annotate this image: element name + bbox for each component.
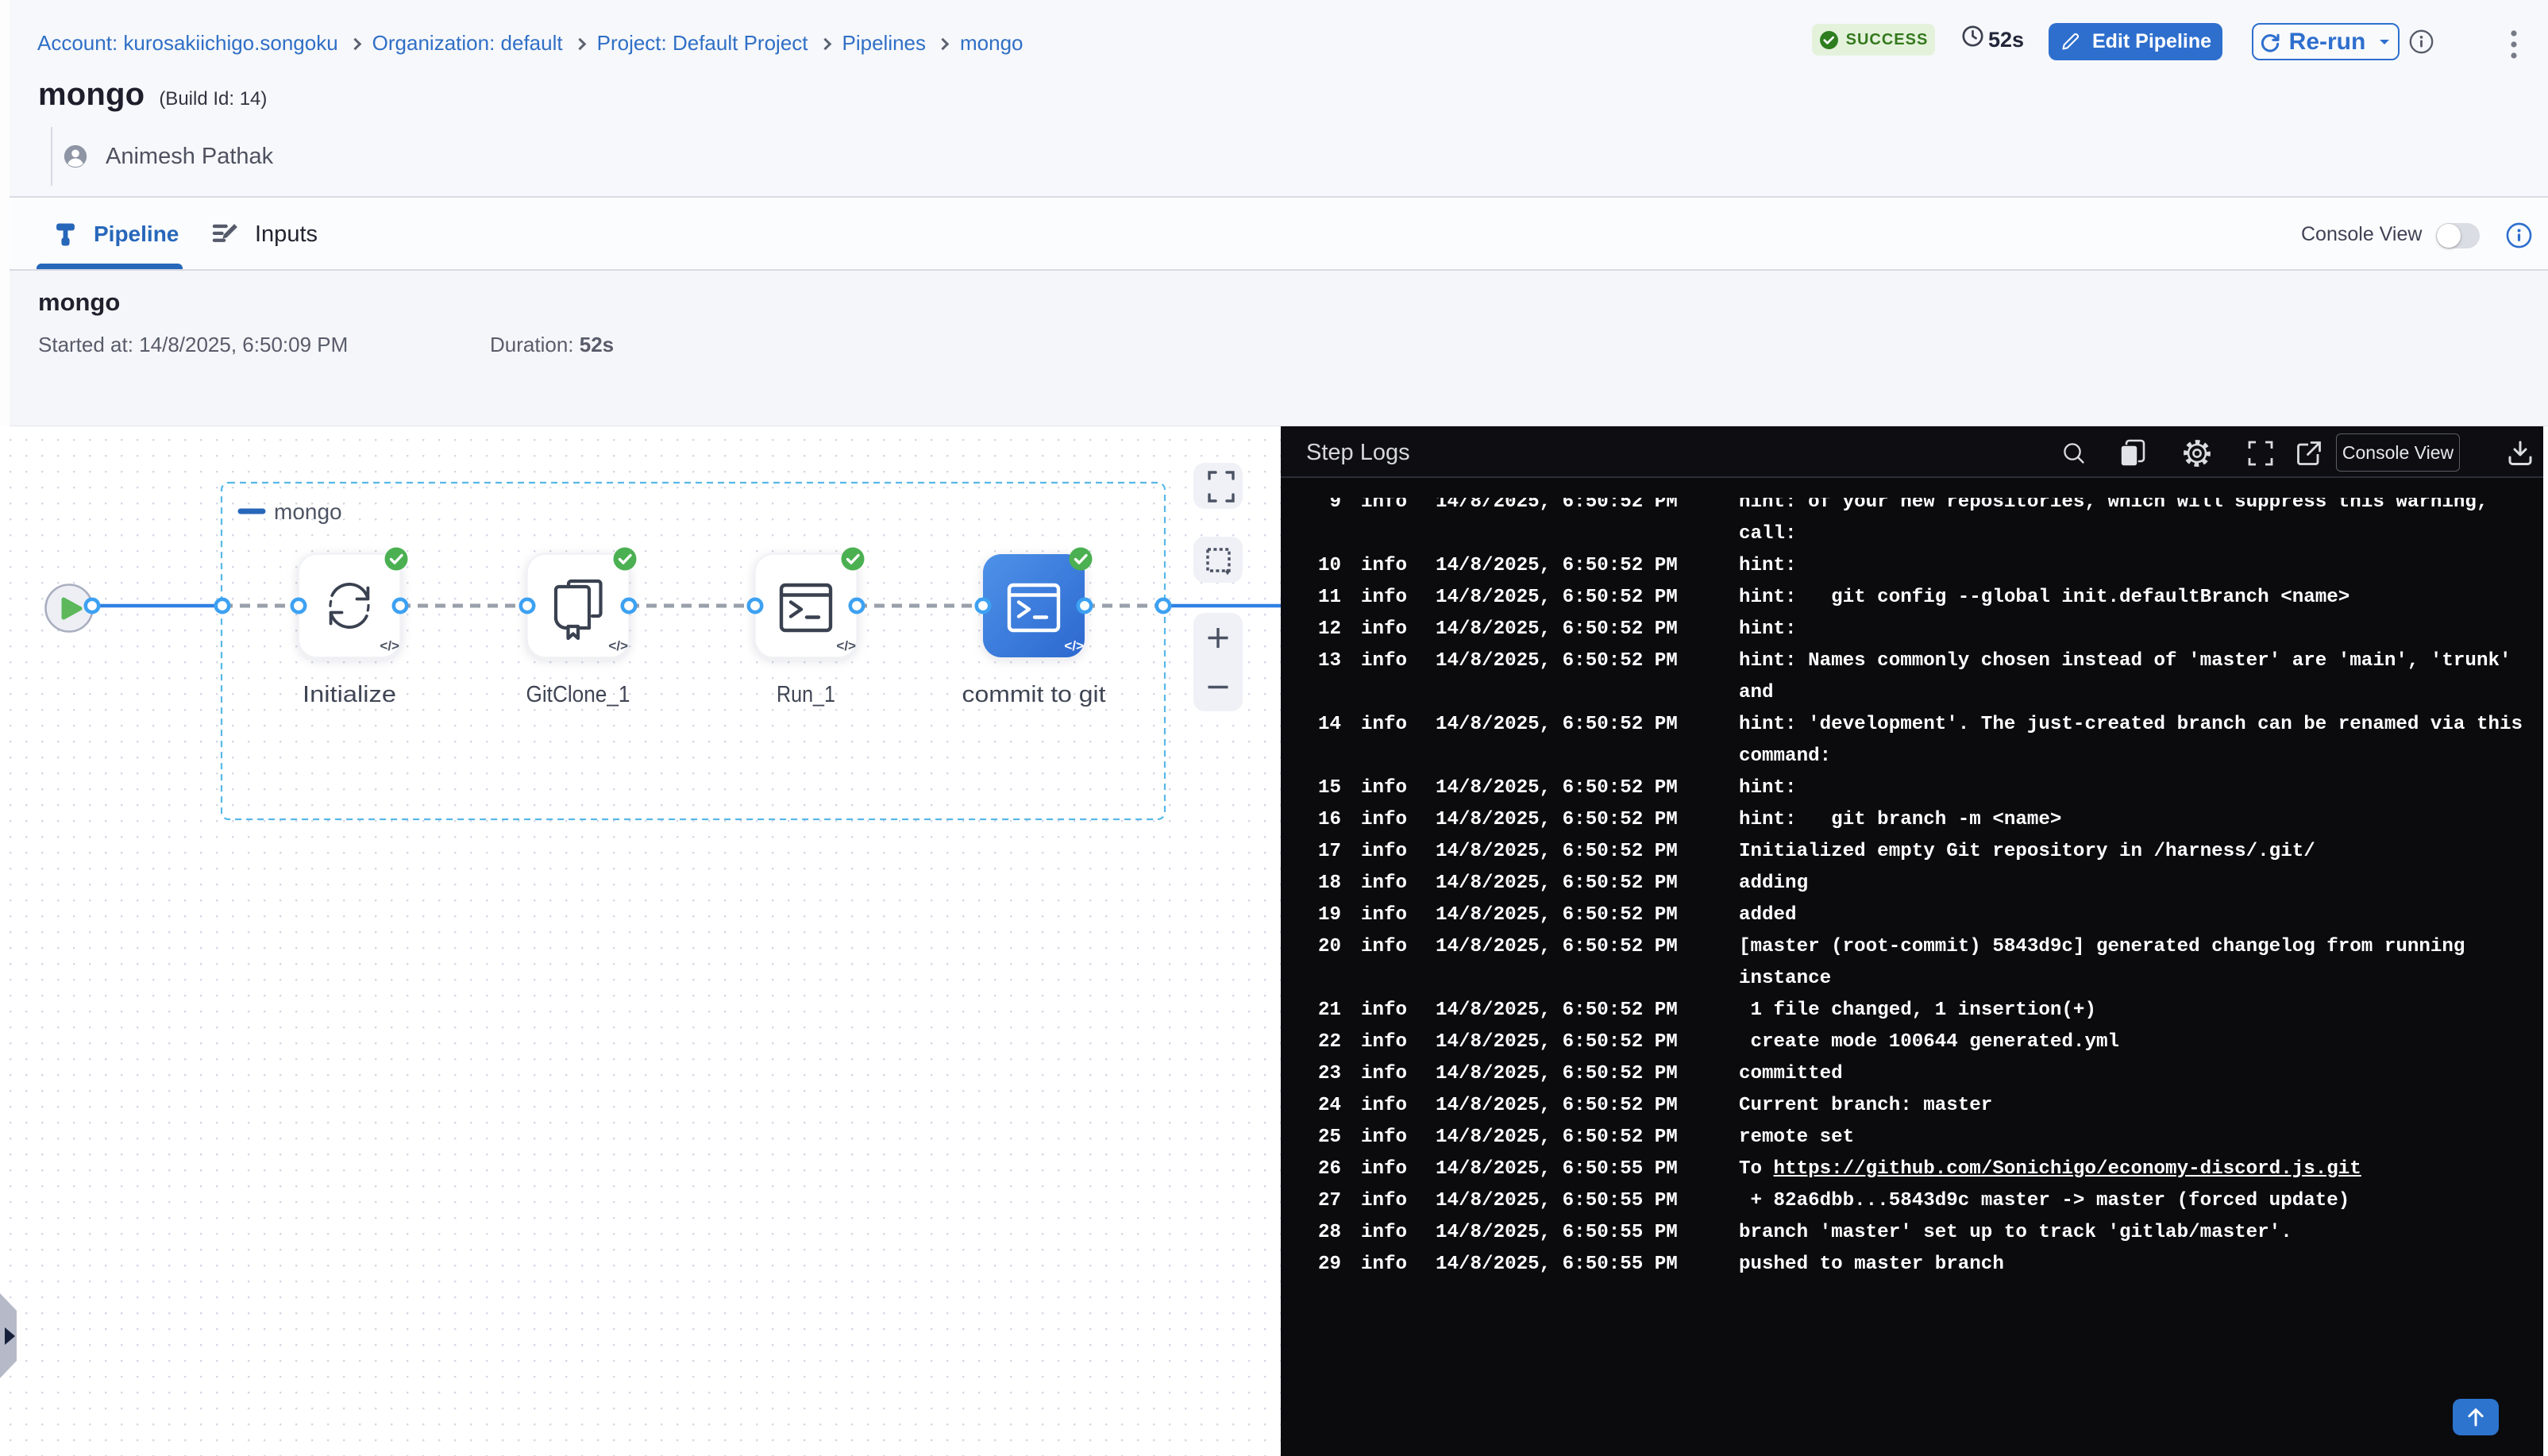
svg-text:commit to git: commit to git [962, 682, 1106, 707]
svg-text:</>: </> [380, 638, 399, 653]
svg-text:Initialize: Initialize [303, 682, 396, 707]
svg-text:mongo: mongo [274, 499, 342, 524]
svg-text:GitClone_1: GitClone_1 [526, 682, 630, 707]
svg-text:</>: </> [836, 638, 856, 653]
svg-text:</>: </> [608, 638, 628, 653]
svg-text:Run_1: Run_1 [777, 682, 835, 707]
svg-text:</>: </> [1064, 638, 1084, 653]
